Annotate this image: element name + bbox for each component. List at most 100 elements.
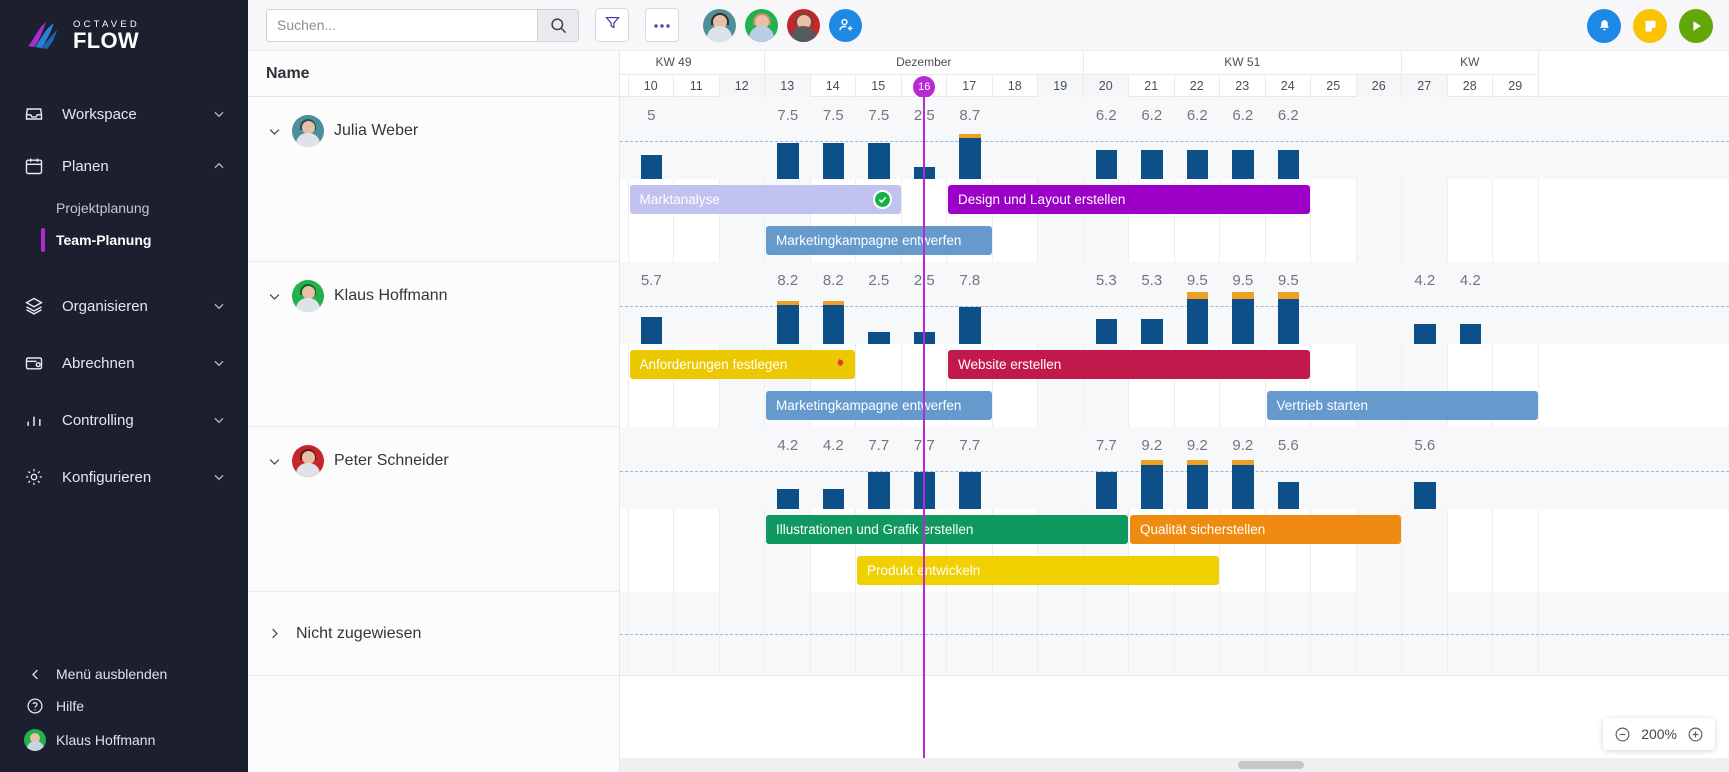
sidebar-item-controlling[interactable]: Controlling <box>0 394 248 446</box>
capacity-bar[interactable] <box>1232 299 1254 344</box>
timeline-day-cell[interactable]: 16 <box>902 74 948 97</box>
more-options-button[interactable] <box>645 8 679 42</box>
filter-button[interactable] <box>595 8 629 42</box>
task-bar[interactable]: Marketingkampagne entwerfen <box>766 226 992 255</box>
chevron-down-icon[interactable] <box>212 299 226 313</box>
notifications-button[interactable] <box>1587 9 1621 43</box>
timeline-day-cell[interactable]: 25 <box>1311 74 1357 97</box>
task-bar[interactable]: Produkt entwickeln <box>857 556 1219 585</box>
timeline-day-cell[interactable]: 27 <box>1402 74 1448 97</box>
capacity-bar[interactable] <box>1414 324 1436 344</box>
collapse-menu-button[interactable]: Menü ausblenden <box>0 658 248 690</box>
sidebar-subitem-projektplanung[interactable]: Projektplanung <box>0 192 248 224</box>
chevron-up-icon[interactable] <box>212 159 226 173</box>
avatar[interactable] <box>745 9 778 42</box>
chevron-down-icon[interactable] <box>212 107 226 121</box>
person-header[interactable]: Julia Weber <box>248 97 619 147</box>
timeline-day-cell[interactable]: 14 <box>811 74 857 97</box>
avatar[interactable] <box>787 9 820 42</box>
capacity-bar[interactable] <box>1096 319 1118 344</box>
capacity-bar[interactable] <box>868 332 890 344</box>
timeline-day-cell[interactable]: 24 <box>1266 74 1312 97</box>
notes-button[interactable] <box>1633 9 1667 43</box>
timeline-day-cell[interactable]: 28 <box>1448 74 1494 97</box>
chevron-down-icon[interactable] <box>212 470 226 484</box>
scrollbar-thumb[interactable] <box>1238 761 1304 769</box>
sidebar-item-workspace[interactable]: Workspace <box>0 88 248 140</box>
task-bar[interactable]: Design und Layout erstellen <box>948 185 1310 214</box>
sidebar-item-organisieren[interactable]: Organisieren <box>0 280 248 332</box>
search-icon[interactable] <box>537 10 578 41</box>
timeline-day-cell[interactable]: 18 <box>993 74 1039 97</box>
capacity-bar[interactable] <box>641 317 663 344</box>
chevron-down-icon[interactable] <box>266 124 282 139</box>
search-box[interactable] <box>266 9 579 42</box>
avatar[interactable] <box>703 9 736 42</box>
chevron-right-icon[interactable] <box>266 626 282 641</box>
timeline-day-cell[interactable]: 10 <box>629 74 675 97</box>
capacity-bar[interactable] <box>823 143 845 179</box>
timeline-day-cell[interactable]: 12 <box>720 74 766 97</box>
timeline-day-cell[interactable]: 9 <box>620 74 629 97</box>
timeline-day-cell[interactable]: 20 <box>1084 74 1130 97</box>
person-header[interactable]: Peter Schneider <box>248 427 619 477</box>
timeline-day-cell[interactable]: 11 <box>674 74 720 97</box>
task-bar[interactable]: Marktanalyse <box>630 185 901 214</box>
capacity-bar[interactable] <box>1278 482 1300 509</box>
zoom-out-button[interactable] <box>1614 726 1631 743</box>
task-bar[interactable]: Website erstellen <box>948 350 1310 379</box>
capacity-bar[interactable] <box>1141 150 1163 179</box>
capacity-bar[interactable] <box>1232 465 1254 509</box>
capacity-bar[interactable] <box>823 489 845 509</box>
start-timer-button[interactable] <box>1679 9 1713 43</box>
timeline-day-cell[interactable]: 15 <box>856 74 902 97</box>
chevron-down-icon[interactable] <box>212 413 226 427</box>
timeline-day-cell[interactable]: 19 <box>1038 74 1084 97</box>
chevron-down-icon[interactable] <box>212 356 226 370</box>
capacity-bar[interactable] <box>777 489 799 509</box>
task-bar[interactable]: Anforderungen festlegen <box>630 350 856 379</box>
capacity-bar[interactable] <box>641 155 663 179</box>
capacity-bar[interactable] <box>1278 299 1300 344</box>
task-bar[interactable]: Vertrieb starten <box>1267 391 1538 420</box>
capacity-bar[interactable] <box>1141 319 1163 344</box>
capacity-bar[interactable] <box>777 305 799 344</box>
add-user-icon[interactable] <box>829 9 862 42</box>
current-user-button[interactable]: Klaus Hoffmann <box>0 722 248 758</box>
capacity-bar[interactable] <box>959 138 981 179</box>
timeline-day-cell[interactable]: 26 <box>1357 74 1403 97</box>
chevron-down-icon[interactable] <box>266 454 282 469</box>
capacity-bar[interactable] <box>959 307 981 344</box>
row-unassigned[interactable]: Nicht zugewiesen <box>248 592 619 676</box>
capacity-bar[interactable] <box>1460 324 1482 344</box>
capacity-bar[interactable] <box>868 472 890 509</box>
timeline-day-cell[interactable]: 23 <box>1220 74 1266 97</box>
chevron-down-icon[interactable] <box>266 289 282 304</box>
capacity-bar[interactable] <box>823 305 845 344</box>
capacity-bar[interactable] <box>1414 482 1436 509</box>
capacity-bar[interactable] <box>959 472 981 509</box>
timeline-day-cell[interactable]: 13 <box>765 74 811 97</box>
capacity-bar[interactable] <box>1141 465 1163 509</box>
timeline-day-cell[interactable]: 17 <box>947 74 993 97</box>
timeline-day-cell[interactable]: 21 <box>1129 74 1175 97</box>
capacity-bar[interactable] <box>1187 150 1209 179</box>
capacity-bar[interactable] <box>777 143 799 179</box>
capacity-bar[interactable] <box>1187 299 1209 344</box>
search-input[interactable] <box>267 10 537 41</box>
sidebar-subitem-team-planung[interactable]: Team-Planung <box>0 224 248 256</box>
zoom-control[interactable]: 200% <box>1603 718 1715 750</box>
capacity-bar[interactable] <box>1096 472 1118 509</box>
capacity-bar[interactable] <box>1232 150 1254 179</box>
sidebar-item-konfigurieren[interactable]: Konfigurieren <box>0 451 248 503</box>
task-bar[interactable]: Marketingkampagne entwerfen <box>766 391 992 420</box>
task-bar[interactable]: Qualität sicherstellen <box>1130 515 1401 544</box>
person-header[interactable]: Klaus Hoffmann <box>248 262 619 312</box>
capacity-bar[interactable] <box>868 143 890 179</box>
capacity-bar[interactable] <box>1278 150 1300 179</box>
sidebar-item-planen[interactable]: Planen <box>0 140 248 192</box>
capacity-bar[interactable] <box>1096 150 1118 179</box>
zoom-in-button[interactable] <box>1687 726 1704 743</box>
help-button[interactable]: Hilfe <box>0 690 248 722</box>
gantt-chart[interactable]: KW 49DezemberKW 51KW 9101112131415161718… <box>620 51 1729 772</box>
